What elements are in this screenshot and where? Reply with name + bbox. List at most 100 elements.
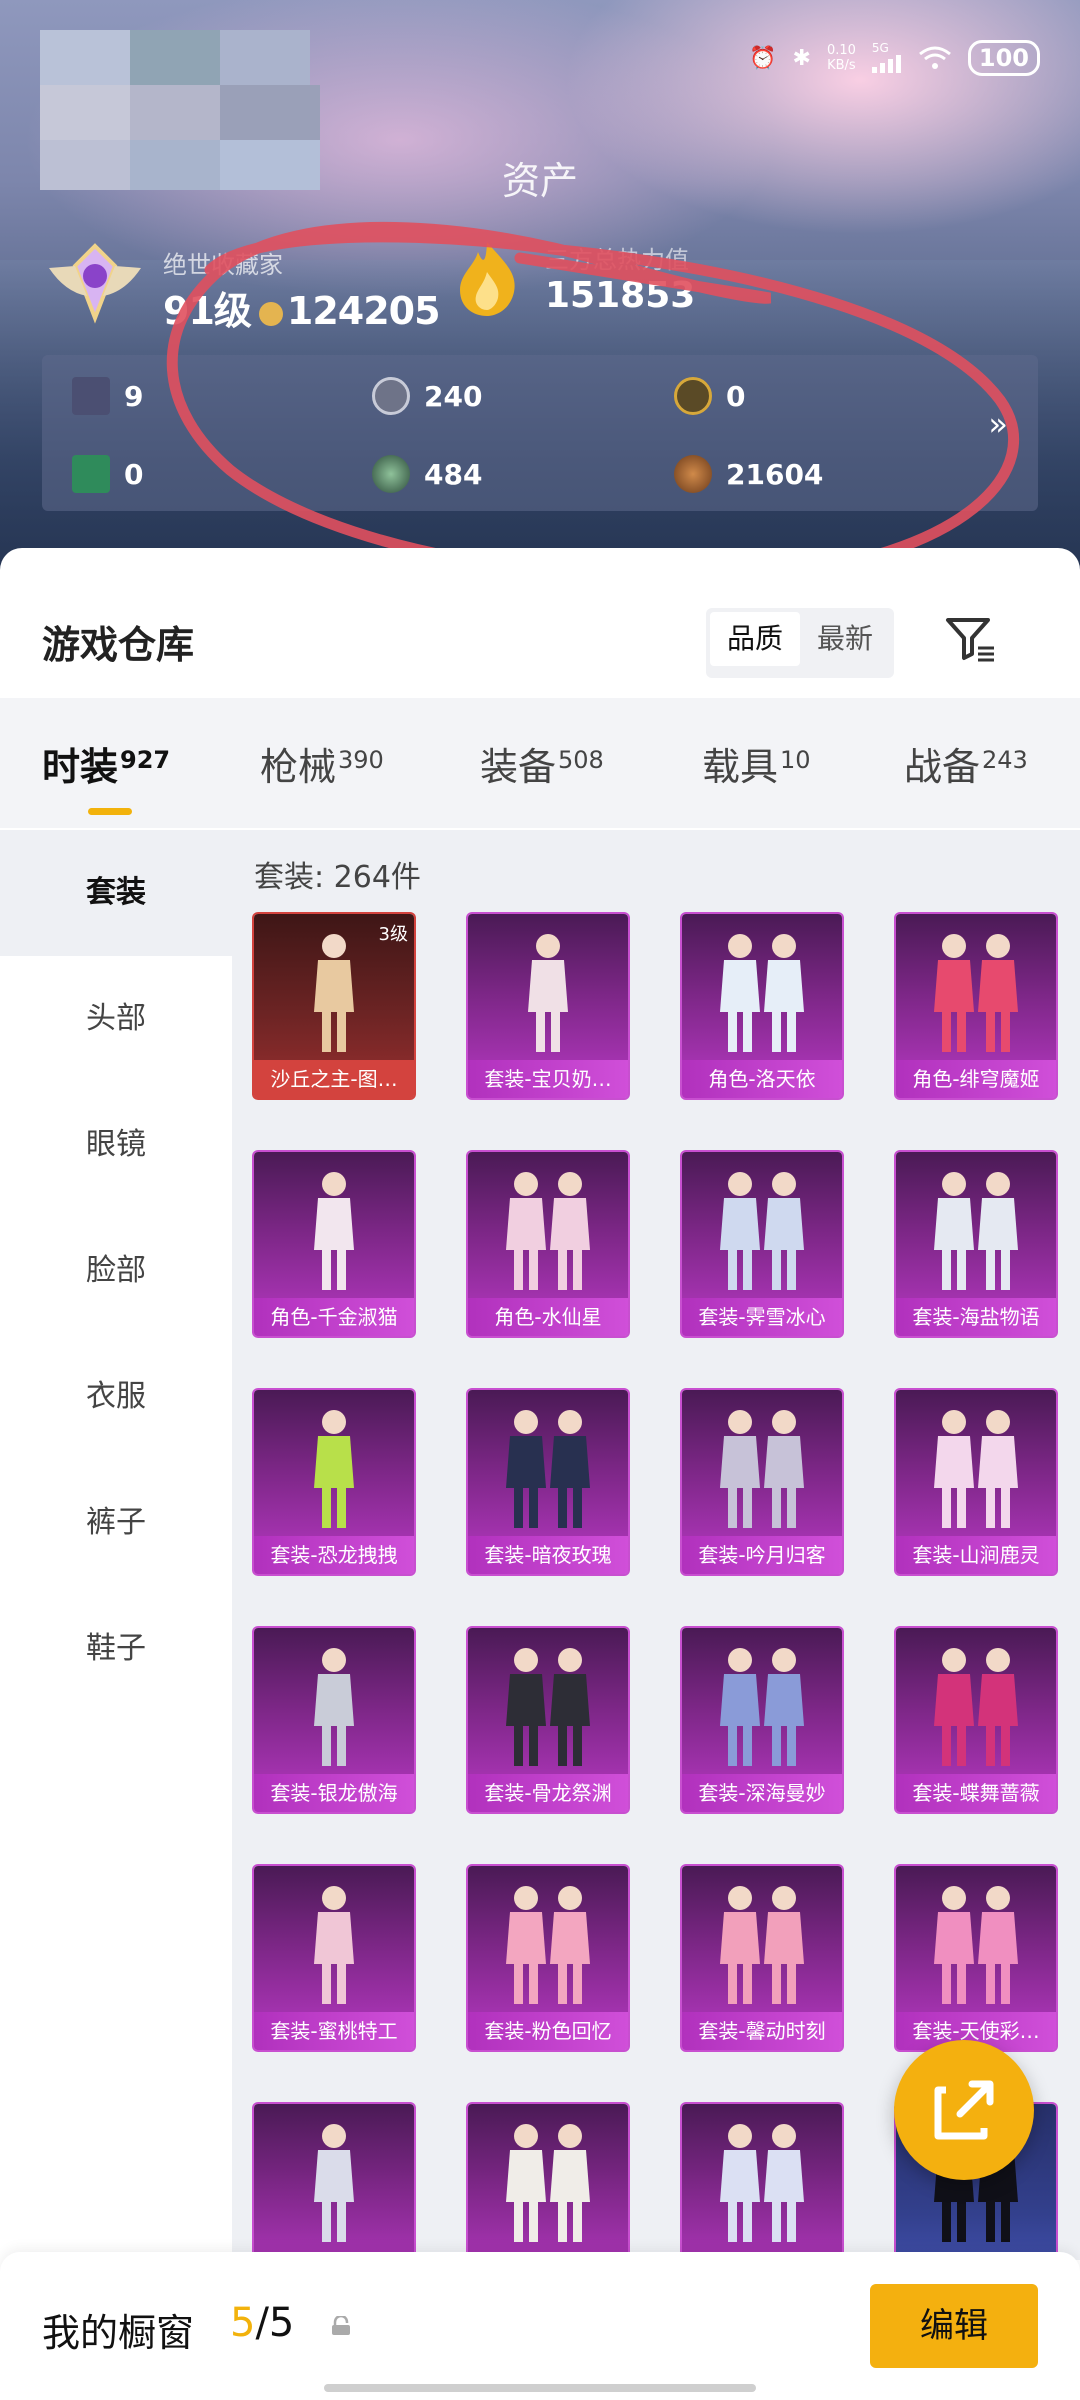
category-tabs: 时装927 枪械390 装备508 载具10 战备243	[0, 698, 1080, 828]
outfit-figure-icon	[720, 1648, 804, 1766]
outfit-figure-icon	[314, 1410, 354, 1528]
outfit-name: 套装-骨龙祭渊	[468, 1774, 628, 1812]
outfit-card[interactable]: 套装-宝贝奶…	[468, 914, 628, 1098]
net-speed: 0.10 KB/s	[827, 43, 856, 73]
asset-item: 240	[372, 377, 482, 415]
asset-item: 9	[72, 377, 143, 415]
expand-assets-icon[interactable]: »	[988, 405, 1008, 443]
lock-icon	[332, 2316, 350, 2335]
showcase-count-total: /5	[255, 2300, 295, 2346]
bluetooth-icon: ✱	[792, 45, 811, 71]
asset-item: 0	[674, 377, 745, 415]
sidebar-item-shoes[interactable]: 鞋子	[0, 1586, 232, 1712]
sidebar-item-head[interactable]: 头部	[0, 956, 232, 1082]
net-speed-unit: KB/s	[827, 58, 856, 73]
outfit-card[interactable]: 套装-吟月归客	[682, 1390, 842, 1574]
asset-value: 0	[124, 457, 144, 491]
tab-count: 508	[558, 746, 604, 774]
share-button[interactable]	[894, 2040, 1034, 2180]
asset-value: 21604	[726, 457, 824, 491]
outfit-card[interactable]: 套装-银龙傲海	[254, 1628, 414, 1812]
signal-indicator: 5G	[871, 40, 902, 76]
sidebar-item-pants[interactable]: 裤子	[0, 1460, 232, 1586]
share-icon	[934, 2080, 994, 2140]
outfit-card[interactable]: 套装-粉色回忆	[468, 1866, 628, 2050]
outfit-figure-icon	[506, 1410, 590, 1528]
rank-emblem-icon	[49, 243, 141, 324]
outfit-card[interactable]: 套装-骨龙祭渊	[468, 1628, 628, 1812]
tab-label: 时装	[42, 745, 119, 789]
outfit-card[interactable]: 套装-馨动时刻	[682, 1866, 842, 2050]
outfit-figure-icon	[934, 934, 1018, 1052]
rank-info: 绝世收藏家 91级 124205	[163, 245, 441, 335]
signal-bars-icon	[871, 54, 901, 73]
outfit-card[interactable]: 套装-暗夜玫瑰	[468, 1390, 628, 1574]
sidebar-item-face[interactable]: 脸部	[0, 1208, 232, 1334]
outfit-name: 套装-山涧鹿灵	[896, 1536, 1056, 1574]
edit-button[interactable]: 编辑	[870, 2284, 1038, 2368]
outfit-card[interactable]: 套装-海盐物语	[896, 1152, 1056, 1336]
outfit-card[interactable]: 套装-山涧鹿灵	[896, 1390, 1056, 1574]
outfit-card[interactable]: 套装-蝶舞蔷薇	[896, 1628, 1056, 1812]
asset-item: 21604	[674, 455, 823, 493]
rank-level-line: 91级 124205	[163, 280, 441, 335]
outfit-card[interactable]: 套装-霁雪冰心	[682, 1152, 842, 1336]
battery-indicator: 100	[967, 40, 1040, 76]
outfit-figure-icon	[314, 1648, 354, 1766]
sidebar-item-suit[interactable]: 套装	[0, 830, 232, 956]
home-indicator	[324, 2384, 756, 2392]
outfit-name: 套装-馨动时刻	[682, 2012, 842, 2050]
sort-quality-button[interactable]: 品质	[710, 612, 800, 666]
tab-guns[interactable]: 枪械390	[260, 736, 384, 791]
outfit-card[interactable]: 套装-天使彩…	[896, 1866, 1056, 2050]
asset-item: 484	[372, 455, 482, 493]
tab-vehicles[interactable]: 载具10	[702, 736, 811, 791]
outfit-figure-icon	[314, 1886, 354, 2004]
outfit-card[interactable]	[682, 2104, 842, 2260]
outfit-figure-icon	[720, 934, 804, 1052]
outfit-figure-icon	[934, 1648, 1018, 1766]
outfit-name: 套装-暗夜玫瑰	[468, 1536, 628, 1574]
level-badge: 3级	[378, 924, 408, 945]
outfit-card[interactable]: 套装-恐龙拽拽	[254, 1390, 414, 1574]
gold-coin-icon	[674, 377, 712, 415]
outfit-figure-icon	[506, 1648, 590, 1766]
fire-icon	[460, 242, 515, 316]
outfit-card[interactable]	[254, 2104, 414, 2260]
rank-badge[interactable]	[45, 240, 145, 326]
outfit-card[interactable]: 3级 沙丘之主-图…	[254, 914, 414, 1098]
tab-count: 10	[780, 746, 811, 774]
outfit-card[interactable]: 角色-洛天依	[682, 914, 842, 1098]
bottom-bar: 我的橱窗 5/5 编辑	[0, 2252, 1080, 2400]
outfit-figure-icon	[720, 1410, 804, 1528]
outfit-card[interactable]	[468, 2104, 628, 2260]
silver-coin-icon	[372, 377, 410, 415]
outfit-figure-icon	[506, 1886, 590, 2004]
outfit-figure-icon	[506, 2124, 590, 2242]
outfit-figure-icon	[720, 1886, 804, 2004]
sort-toggle: 品质 最新	[706, 608, 894, 678]
tab-equipment[interactable]: 装备508	[480, 736, 604, 791]
outfit-card[interactable]: 套装-蜜桃特工	[254, 1866, 414, 2050]
outfit-card[interactable]: 套装-深海曼妙	[682, 1628, 842, 1812]
outfit-name: 套装-海盐物语	[896, 1298, 1056, 1336]
outfit-card[interactable]: 角色-绯穹魔姬	[896, 914, 1056, 1098]
outfit-name: 角色-千金淑猫	[254, 1298, 414, 1336]
outfit-card[interactable]: 角色-水仙星	[468, 1152, 628, 1336]
signal-label: 5G	[871, 40, 889, 55]
sidebar-item-clothes[interactable]: 衣服	[0, 1334, 232, 1460]
asset-value: 9	[124, 379, 144, 413]
outfit-card[interactable]: 角色-千金淑猫	[254, 1152, 414, 1336]
asset-value: 484	[424, 457, 483, 491]
sidebar-item-glasses[interactable]: 眼镜	[0, 1082, 232, 1208]
asset-panel[interactable]: 9 240 0 0 484 21604 »	[42, 355, 1038, 511]
tab-supplies[interactable]: 战备243	[904, 736, 1028, 791]
sort-newest-button[interactable]: 最新	[800, 612, 890, 666]
page-title: 资产	[501, 159, 578, 203]
filter-icon[interactable]	[940, 608, 1000, 668]
tab-fashion[interactable]: 时装927	[42, 736, 170, 791]
green-orb-icon	[372, 455, 410, 493]
asset-value: 240	[424, 379, 483, 413]
showcase-label: 我的橱窗	[42, 2311, 195, 2355]
showcase-count: 5/5	[230, 2300, 294, 2346]
